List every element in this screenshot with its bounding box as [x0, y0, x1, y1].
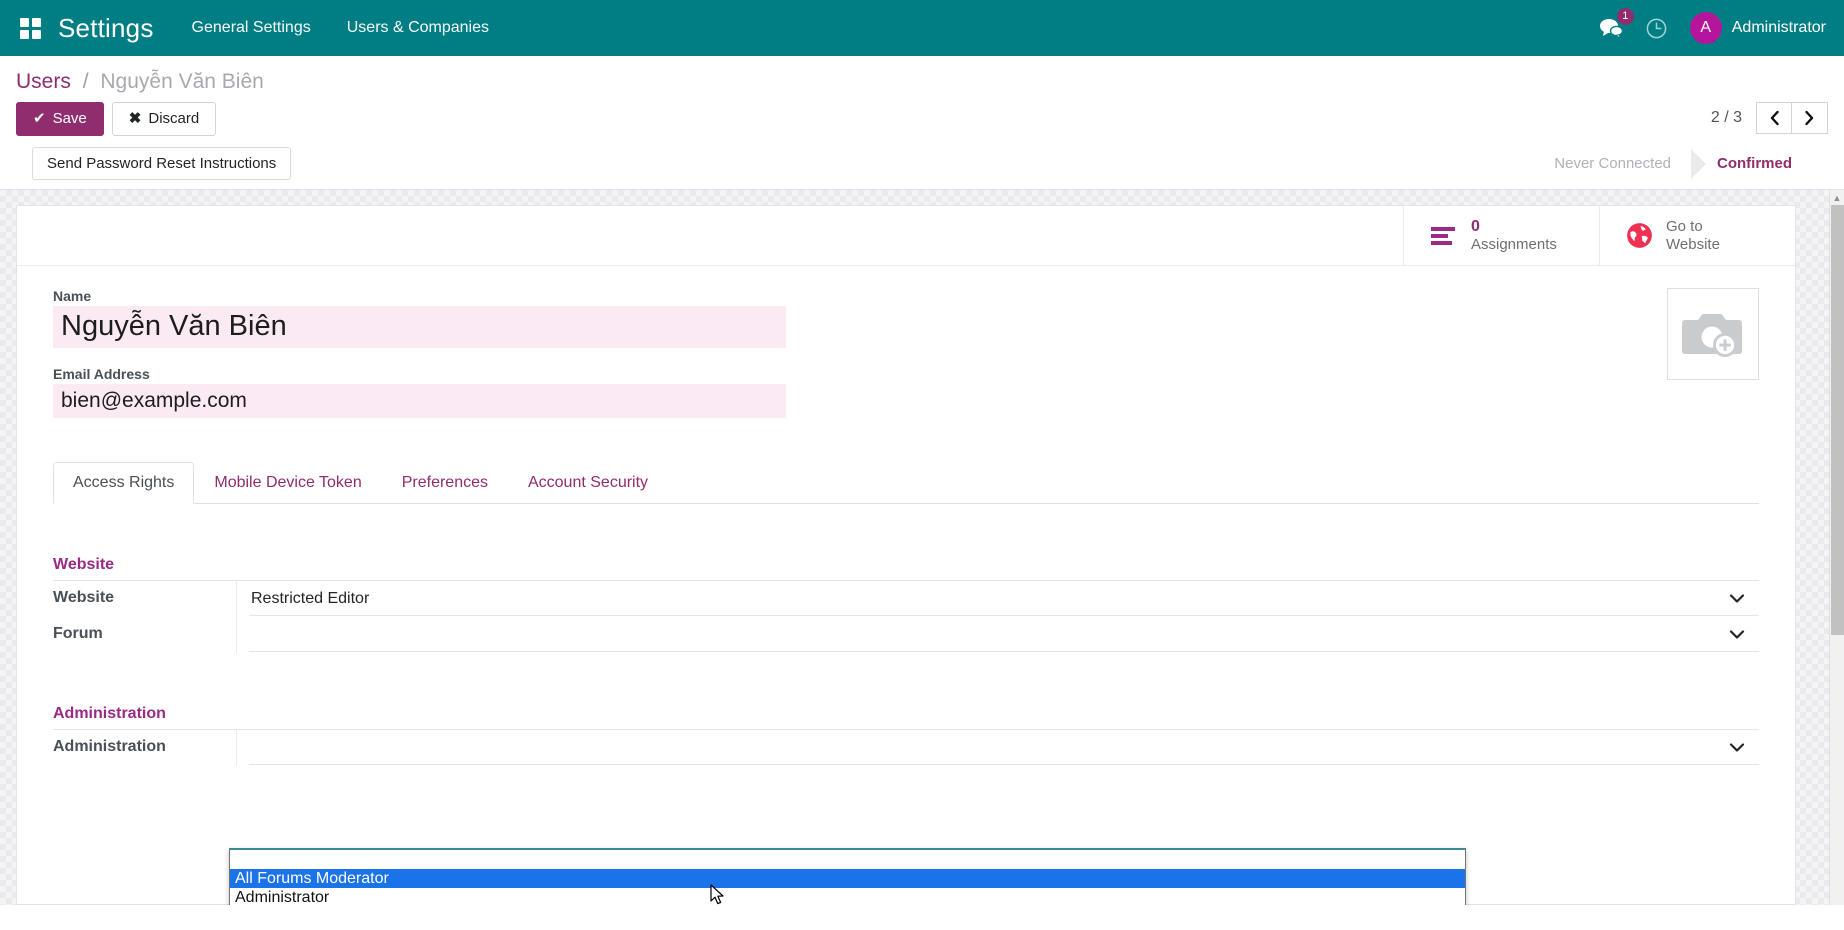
- smart-button-box: 0 Assignments Go to Website: [17, 206, 1795, 266]
- field-label-website: Website: [53, 581, 236, 617]
- smart-button-assignments-text: 0 Assignments: [1471, 218, 1557, 254]
- avatar: A: [1690, 12, 1722, 44]
- field-control-administration: [236, 730, 1759, 766]
- breadcrumb-separator: /: [83, 70, 89, 93]
- tab-mobile-device-token[interactable]: Mobile Device Token: [194, 462, 381, 504]
- assignments-count: 0: [1471, 218, 1557, 236]
- email-field-group: Email Address: [53, 366, 1759, 418]
- chevron-left-icon: [1769, 110, 1780, 126]
- save-button[interactable]: ✔ Save: [16, 102, 104, 136]
- x-icon: ✖: [129, 110, 142, 128]
- tab-access-rights[interactable]: Access Rights: [53, 462, 194, 504]
- name-input[interactable]: [53, 306, 786, 348]
- forum-group-select[interactable]: [249, 618, 1759, 652]
- scrollbar-thumb[interactable]: [1831, 205, 1844, 635]
- save-button-label: Save: [53, 110, 87, 128]
- field-spacer: [53, 348, 1759, 366]
- messages-button[interactable]: 1: [1599, 17, 1623, 39]
- assignments-list-icon: [1430, 225, 1458, 247]
- group-website-title: Website: [53, 556, 1759, 581]
- check-icon: ✔: [33, 110, 46, 128]
- app-brand-title[interactable]: Settings: [58, 13, 154, 44]
- top-navbar: Settings General Settings Users & Compan…: [0, 0, 1844, 56]
- form-background: 0 Assignments Go to Website: [0, 190, 1844, 905]
- name-label: Name: [53, 288, 1759, 304]
- name-field-group: Name: [53, 288, 1759, 348]
- chevron-right-icon: [1804, 110, 1815, 126]
- discard-button-label: Discard: [148, 110, 199, 128]
- notebook-tabs: Access Rights Mobile Device Token Prefer…: [53, 462, 1759, 504]
- status-bar: Never Connected Confirmed: [1528, 149, 1812, 179]
- form-body: Name Email Address Access Rights Mobile …: [17, 266, 1795, 766]
- field-control-forum: [236, 617, 1759, 653]
- assignments-label: Assignments: [1471, 236, 1557, 253]
- apps-menu-button[interactable]: [10, 8, 50, 48]
- record-action-buttons: ✔ Save ✖ Discard: [16, 102, 1711, 136]
- field-row-administration: Administration: [53, 730, 1759, 766]
- notebook: Access Rights Mobile Device Token Prefer…: [53, 462, 1759, 766]
- website-label-line2: Website: [1666, 236, 1720, 253]
- dropdown-option-all-forums-moderator[interactable]: All Forums Moderator: [230, 869, 1465, 888]
- field-label-forum: Forum: [53, 617, 236, 653]
- tab-preferences[interactable]: Preferences: [382, 462, 508, 504]
- form-sheet: 0 Assignments Go to Website: [16, 205, 1796, 905]
- email-label: Email Address: [53, 366, 1759, 382]
- tab-account-security[interactable]: Account Security: [508, 462, 668, 504]
- administration-group-select[interactable]: [249, 731, 1759, 765]
- navbar-item-users-companies[interactable]: Users & Companies: [347, 19, 489, 37]
- send-password-reset-button[interactable]: Send Password Reset Instructions: [32, 147, 291, 180]
- user-name-label: Administrator: [1732, 19, 1826, 37]
- camera-add-icon: [1681, 308, 1745, 360]
- statusbar-row: Send Password Reset Instructions Never C…: [16, 147, 1828, 189]
- pager-next-button[interactable]: [1792, 102, 1828, 134]
- group-administration: Administration Administration: [53, 705, 1759, 766]
- dropdown-option-administrator[interactable]: Administrator: [230, 888, 1465, 905]
- field-control-website: Restricted Editor: [236, 581, 1759, 617]
- messages-badge: 1: [1617, 8, 1634, 25]
- pager-counter: 2 / 3: [1711, 109, 1742, 127]
- discard-button[interactable]: ✖ Discard: [112, 102, 216, 136]
- control-panel: Users / Nguyễn Văn Biên ✔ Save ✖ Discard…: [0, 56, 1844, 190]
- field-row-forum: Forum: [53, 617, 1759, 653]
- pager-previous-button[interactable]: [1756, 102, 1792, 134]
- website-group-select[interactable]: Restricted Editor: [249, 582, 1759, 616]
- smart-button-go-to-website[interactable]: Go to Website: [1599, 206, 1795, 265]
- apps-grid-icon: [20, 18, 41, 39]
- navbar-item-general-settings[interactable]: General Settings: [192, 19, 311, 37]
- activity-button[interactable]: [1645, 17, 1668, 40]
- scrollbar-up-arrow[interactable]: ▲: [1830, 190, 1844, 205]
- status-stage-never-connected[interactable]: Never Connected: [1528, 149, 1691, 179]
- vertical-scrollbar[interactable]: ▲: [1829, 190, 1844, 905]
- breadcrumb-current-record: Nguyễn Văn Biên: [100, 70, 263, 93]
- field-label-administration: Administration: [53, 730, 236, 766]
- status-stage-confirmed[interactable]: Confirmed: [1691, 149, 1812, 179]
- field-row-website: Website Restricted Editor: [53, 581, 1759, 617]
- smart-button-website-text: Go to Website: [1666, 218, 1720, 253]
- globe-icon: [1626, 222, 1653, 249]
- clock-activity-icon: [1645, 17, 1668, 40]
- navbar-right-tools: 1 A Administrator: [1599, 12, 1826, 44]
- smart-button-assignments[interactable]: 0 Assignments: [1403, 206, 1599, 265]
- group-administration-title: Administration: [53, 705, 1759, 730]
- pager-buttons: [1756, 102, 1828, 134]
- user-menu-button[interactable]: A Administrator: [1690, 12, 1826, 44]
- avatar-upload-box[interactable]: [1667, 288, 1759, 380]
- forum-select-dropdown[interactable]: All Forums Moderator Administrator: [229, 848, 1466, 905]
- dropdown-option-empty[interactable]: [230, 850, 1465, 869]
- email-input[interactable]: [53, 384, 786, 418]
- website-label-line1: Go to: [1666, 218, 1720, 235]
- breadcrumb-root-users[interactable]: Users: [16, 70, 71, 93]
- record-pager: 2 / 3: [1711, 66, 1828, 134]
- breadcrumb: Users / Nguyễn Văn Biên: [16, 66, 1711, 102]
- group-website: Website Website Restricted Editor: [53, 556, 1759, 653]
